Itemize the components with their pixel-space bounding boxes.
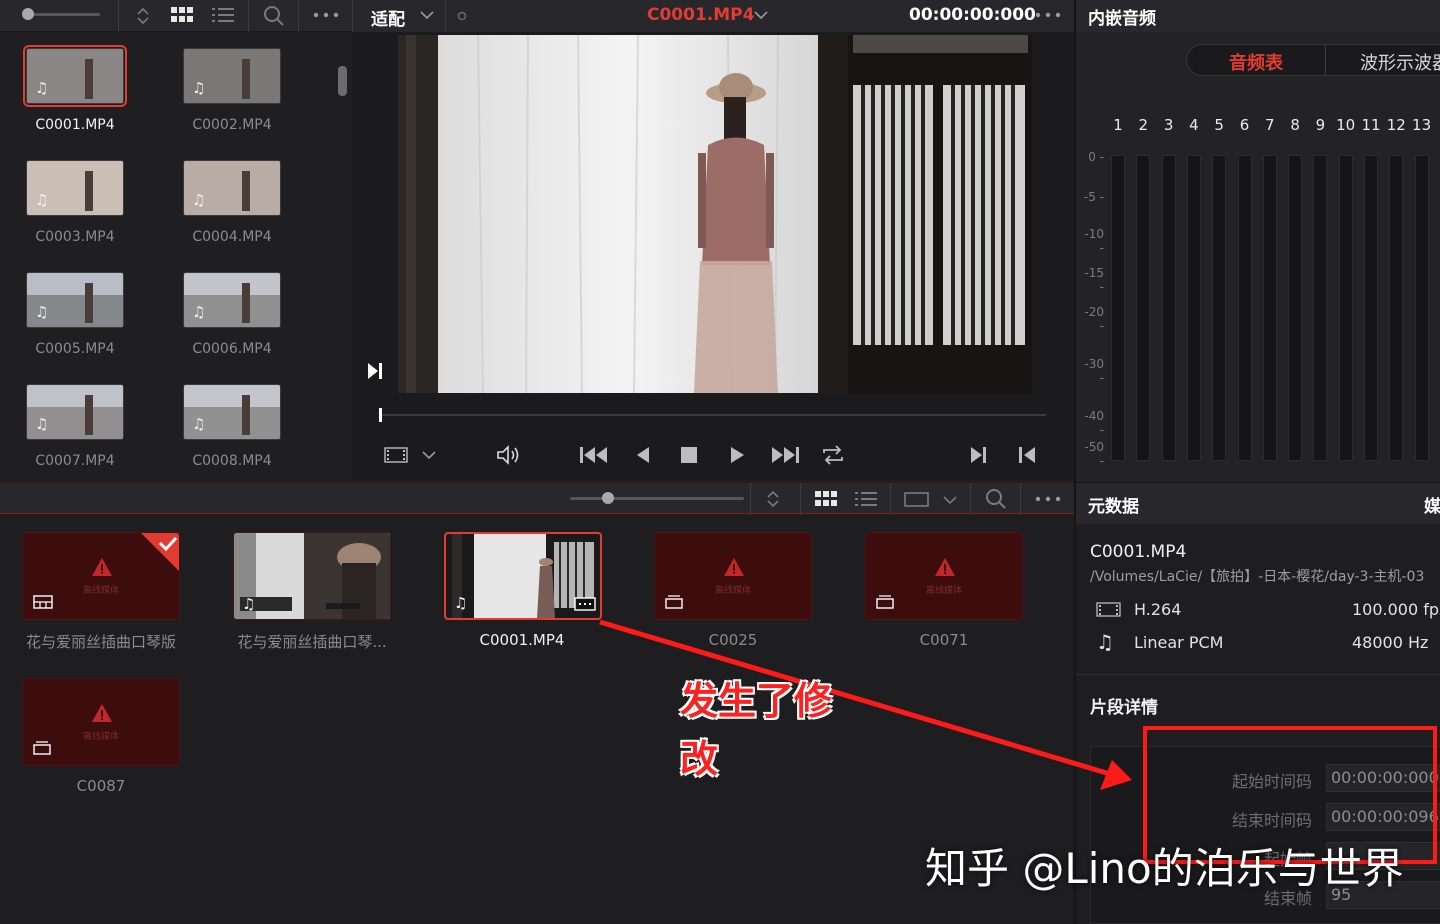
annotation-text: 改 <box>680 737 719 781</box>
annotation-arrow <box>599 619 1437 864</box>
watermark: 知乎 @Lino的泊乐与世界 <box>925 844 1404 893</box>
annotation-text: 发生了修 <box>680 679 833 723</box>
